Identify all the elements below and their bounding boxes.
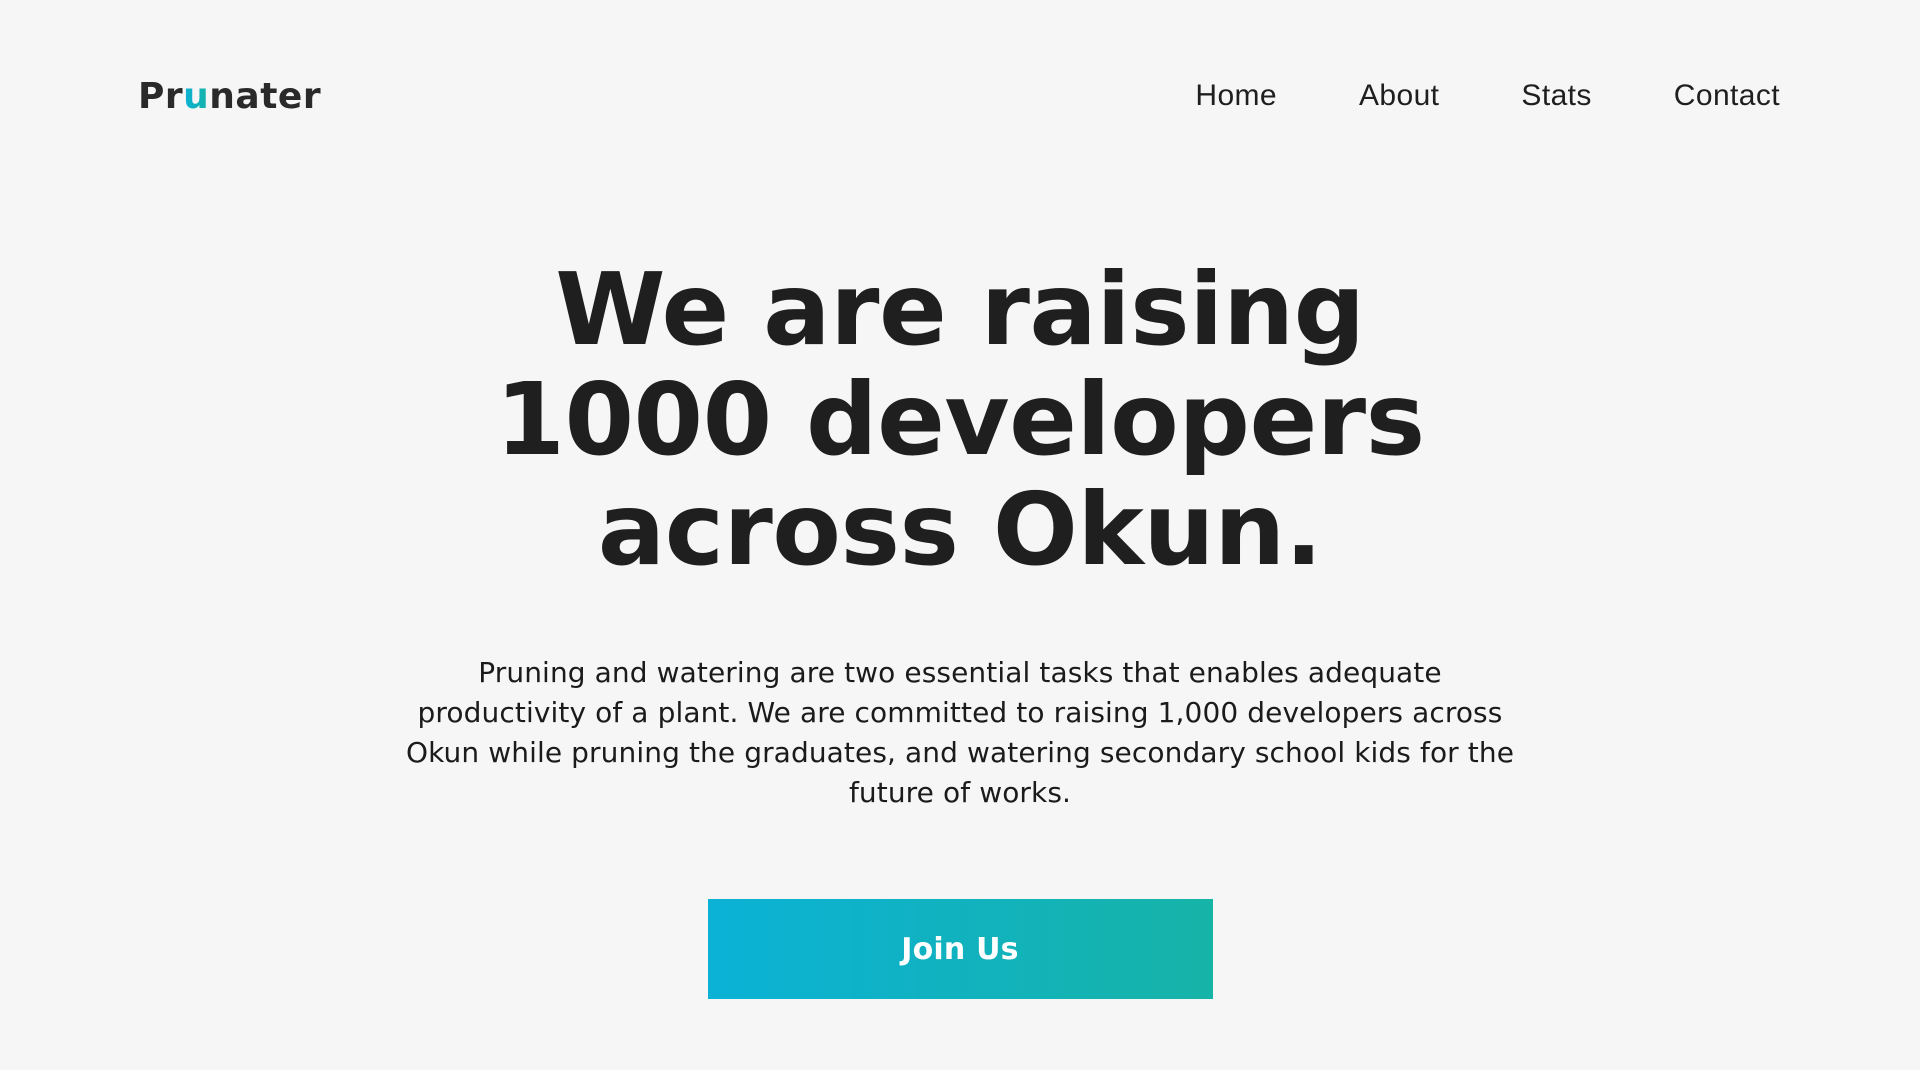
nav-contact-link[interactable]: Contact: [1674, 79, 1780, 113]
nav-home-link[interactable]: Home: [1195, 79, 1277, 113]
brand-accent-letter: u: [183, 75, 210, 117]
brand-logo[interactable]: Pr u nater: [138, 76, 321, 117]
main-navigation: Home About Stats Contact: [1195, 79, 1780, 113]
hero-title-line-1: We are raising: [555, 251, 1365, 368]
cta-container: Join Us: [0, 899, 1920, 999]
hero-title-line-2: 1000 developers: [495, 361, 1425, 478]
landing-page: Pr u nater Home About Stats Contact We a…: [0, 0, 1920, 1070]
hero-description: Pruning and watering are two essential t…: [405, 656, 1515, 809]
join-us-button[interactable]: Join Us: [707, 899, 1213, 999]
brand-prefix: Pr: [138, 75, 184, 117]
nav-stats-link[interactable]: Stats: [1521, 79, 1591, 113]
nav-about-link[interactable]: About: [1359, 79, 1439, 113]
hero-section: We are raising 1000 developers across Ok…: [0, 255, 1920, 999]
brand-suffix: nater: [209, 75, 322, 117]
hero-title-line-3: across Okun.: [597, 471, 1323, 588]
site-header: Pr u nater Home About Stats Contact: [138, 68, 1780, 124]
hero-title: We are raising 1000 developers across Ok…: [410, 255, 1510, 585]
